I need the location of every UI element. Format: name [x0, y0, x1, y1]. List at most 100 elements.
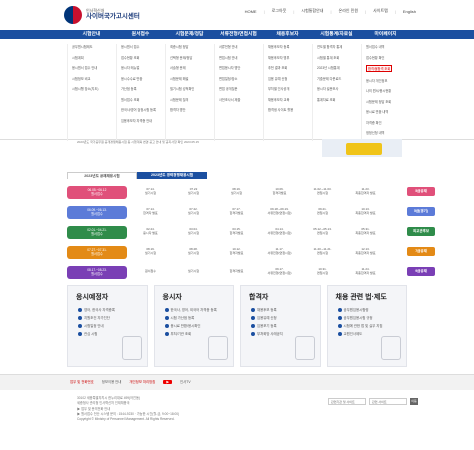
gnb-statistics[interactable]: 시험통계/자료실 [312, 30, 361, 39]
related-site-select[interactable]: 관련 사이트 [369, 398, 407, 405]
menu-item[interactable]: 응시료 반환 내역 [366, 110, 388, 114]
quick-link[interactable]: 임용유예 신청 [251, 315, 316, 320]
quick-link[interactable]: 시험일정 안내 [78, 323, 143, 328]
footer-privacy[interactable]: 개인정보 처리방침 [129, 379, 155, 384]
related-org-select[interactable]: 관련기관 및 사이트 [328, 398, 366, 405]
youtube-icon[interactable]: ▶ [163, 379, 173, 384]
util-home[interactable]: HOME [245, 9, 257, 14]
menu-item[interactable]: 필기시험 성적확인 [170, 87, 194, 91]
menu-item[interactable]: 응시자 설문조사 [317, 87, 338, 91]
util-english[interactable]: English [403, 9, 416, 14]
menu-item[interactable]: 임용 유예 신청 [268, 77, 287, 81]
gnb-interview[interactable]: 서류전형/면접시험 [214, 30, 263, 39]
schedule-period[interactable]: 07.27.~07.31. 원서접수 [67, 245, 127, 259]
menu-item[interactable]: 응시자 개인정보 [366, 79, 387, 83]
menu-item[interactable]: 합격자 명단 [170, 108, 186, 112]
footer-contact[interactable]: 업무 및 전화번호 [70, 379, 94, 384]
menu-item[interactable]: 시험시행 장소(지도) [72, 87, 98, 91]
menu-item[interactable]: 자격증 확인 [366, 121, 382, 125]
menu-item[interactable]: 사전조사서 제출 [219, 98, 240, 102]
tab-career-recruit[interactable]: 2023년도 경력경쟁채용시험 [137, 172, 207, 179]
menu-item[interactable]: 응시원서 접수 안내 [72, 66, 97, 70]
quick-link[interactable]: 영어, 한국사 자격증록 [78, 307, 143, 312]
menu-item[interactable]: 원서접수 조회 [121, 98, 139, 102]
menu-item[interactable]: 면접응시자 명단 [219, 66, 240, 70]
schedule-period[interactable]: 06.09.~06.13. 원서접수 [67, 205, 127, 219]
quick-link[interactable]: 응시료 반환/응시확인 [164, 323, 230, 328]
go-button[interactable]: 이동 [410, 398, 418, 405]
util-sitemap[interactable]: 사이트맵 [373, 8, 388, 14]
schedule-period[interactable]: 08.17.~08.23. 원서접수 [67, 265, 127, 279]
bullet-icon [164, 331, 169, 336]
gnb-mypage[interactable]: 마이페이지 [361, 30, 410, 39]
schedule-period[interactable]: 02.01.~04.21. 원서접수 [67, 225, 127, 239]
exam-tag[interactable]: 7급공채 [407, 247, 435, 256]
menu-item[interactable]: 한국사/영어 검정시험 등록 [121, 108, 156, 112]
quick-link[interactable]: 지원조건 자가진단 [78, 315, 143, 320]
menu-item[interactable]: 합격/불합격 조회 [366, 65, 393, 72]
exam-tag[interactable]: 5급공채 [407, 187, 435, 196]
menu-item[interactable]: 시험정보 비교 [72, 77, 90, 81]
menu-item[interactable]: 면접시험 안내 [219, 56, 237, 60]
schedule-period[interactable]: 06.05.~06.12 원서접수 [67, 185, 127, 199]
menu-item[interactable]: 응시자 매뉴얼 [121, 66, 139, 70]
gnb-application[interactable]: 원서접수 [116, 30, 165, 39]
banner-image[interactable] [346, 143, 382, 155]
menu-item[interactable]: 채용후보자 등록 [268, 45, 289, 49]
footer-info[interactable]: 정보이용 안내 [102, 379, 122, 384]
menu-item[interactable]: 면접 공개질문 [219, 87, 237, 91]
menu-item[interactable]: 채용후보자 교육 [268, 98, 289, 102]
footer-tv[interactable]: 인사TV [180, 379, 191, 384]
exam-tag[interactable]: 외교관후보 [407, 227, 435, 236]
menu-item[interactable]: 최종시험 정답 [170, 45, 188, 49]
menu-item[interactable]: 응시원서 접수 [121, 45, 139, 49]
menu-item[interactable]: 접수현황 조회 [121, 56, 139, 60]
menu-item[interactable]: 통계자료 조회 [317, 98, 335, 102]
menu-item[interactable]: 접수현황 확인 [366, 56, 384, 60]
quick-link[interactable]: 임용포기 등록 [251, 323, 316, 328]
quick-link[interactable]: 시험 가산점 등록 [164, 315, 230, 320]
util-exam-info[interactable]: 시험통합안내 [301, 8, 323, 14]
site-logo[interactable]: 인사혁신처 사이버국가고시센터 [64, 4, 164, 26]
menu-item[interactable]: 기출문제 다운로드 [317, 77, 341, 81]
menu-item[interactable]: 선택형 문제/정답 [170, 56, 192, 60]
gnb-questions[interactable]: 시험문제/정답 [165, 30, 214, 39]
notice-line[interactable]: 2023년도 국가공무원 공개경쟁채용시험 등 시행계획 변경 공고 안내 및 … [77, 140, 309, 144]
exam-tag[interactable]: 5급(경기) [407, 207, 435, 216]
menu-item[interactable]: 채용후보자 명부 [268, 56, 289, 60]
util-logout[interactable]: 로그아웃 [272, 8, 287, 14]
gnb-exam-guide[interactable]: 시험안내 [67, 30, 116, 39]
menu-item[interactable]: 정정신청 내역 [366, 131, 384, 135]
tab-open-recruit[interactable]: 2023년도 공채채용시험 [67, 172, 137, 179]
quick-link[interactable]: 한국사, 영어, 외국어 자격증 등록 [164, 307, 230, 312]
menu-item[interactable]: 원서접수 내역 [366, 45, 384, 49]
exam-tag[interactable]: 9급공채 [407, 267, 435, 276]
menu-item[interactable]: 연도별 합격자 통계 [317, 45, 342, 49]
gnb-candidates[interactable]: 채용후보자 [263, 30, 312, 39]
menu-item[interactable]: 부처별 인사공개 [268, 87, 289, 91]
menu-item[interactable]: 시험별 통계 조회 [317, 56, 339, 60]
menu-item[interactable]: 추천 결과 조회 [268, 66, 287, 70]
quick-link[interactable]: 채용후보 등록 [251, 307, 316, 312]
menu-item[interactable]: 합격생 사이트 활용 [268, 108, 293, 112]
menu-item[interactable]: 공무원시험제도 [72, 45, 93, 49]
menu-item[interactable]: 서류전형 안내 [219, 45, 237, 49]
menu-item[interactable]: 시험문제 질의 [170, 98, 188, 102]
schedule-row: 07.27.~07.31. 원서접수 08.19. 필기시험 08.28. 필기시험 10.… [67, 244, 407, 260]
menu-item[interactable]: 나의 원서/응시현황 [366, 89, 391, 93]
menu-item[interactable]: 시험문제 정답 조회 [366, 100, 391, 104]
util-civil[interactable]: 온라인 민원 [339, 8, 359, 14]
quick-link[interactable]: 공무원임용시험 규정 [337, 315, 403, 320]
menu-item[interactable]: 가산점 등록 [121, 87, 137, 91]
menu-item[interactable]: 서술형 문제 [170, 66, 186, 70]
menu-item[interactable]: 시험문제 해설 [170, 77, 188, 81]
menu-item[interactable]: 응시수수료 반환 [121, 77, 142, 81]
menu-item[interactable]: 2023년 시험통계 [317, 66, 340, 70]
quick-link[interactable]: 공무원임용시험령 [337, 307, 403, 312]
bullet-icon [337, 307, 342, 312]
menu-item[interactable]: 시험계획 [72, 56, 84, 60]
quick-link[interactable]: 시험에 관한 법 및 실무 지침 [337, 323, 403, 328]
menu-item[interactable]: 면접일정/장소 [219, 77, 237, 81]
menu-item[interactable]: 임용후보자 자격증 안내 [121, 119, 152, 123]
notice-text[interactable]: 2023년도 국가공무원 공개경쟁채용시험 등 시행계획 변경 공고 안내 및 … [77, 140, 183, 144]
